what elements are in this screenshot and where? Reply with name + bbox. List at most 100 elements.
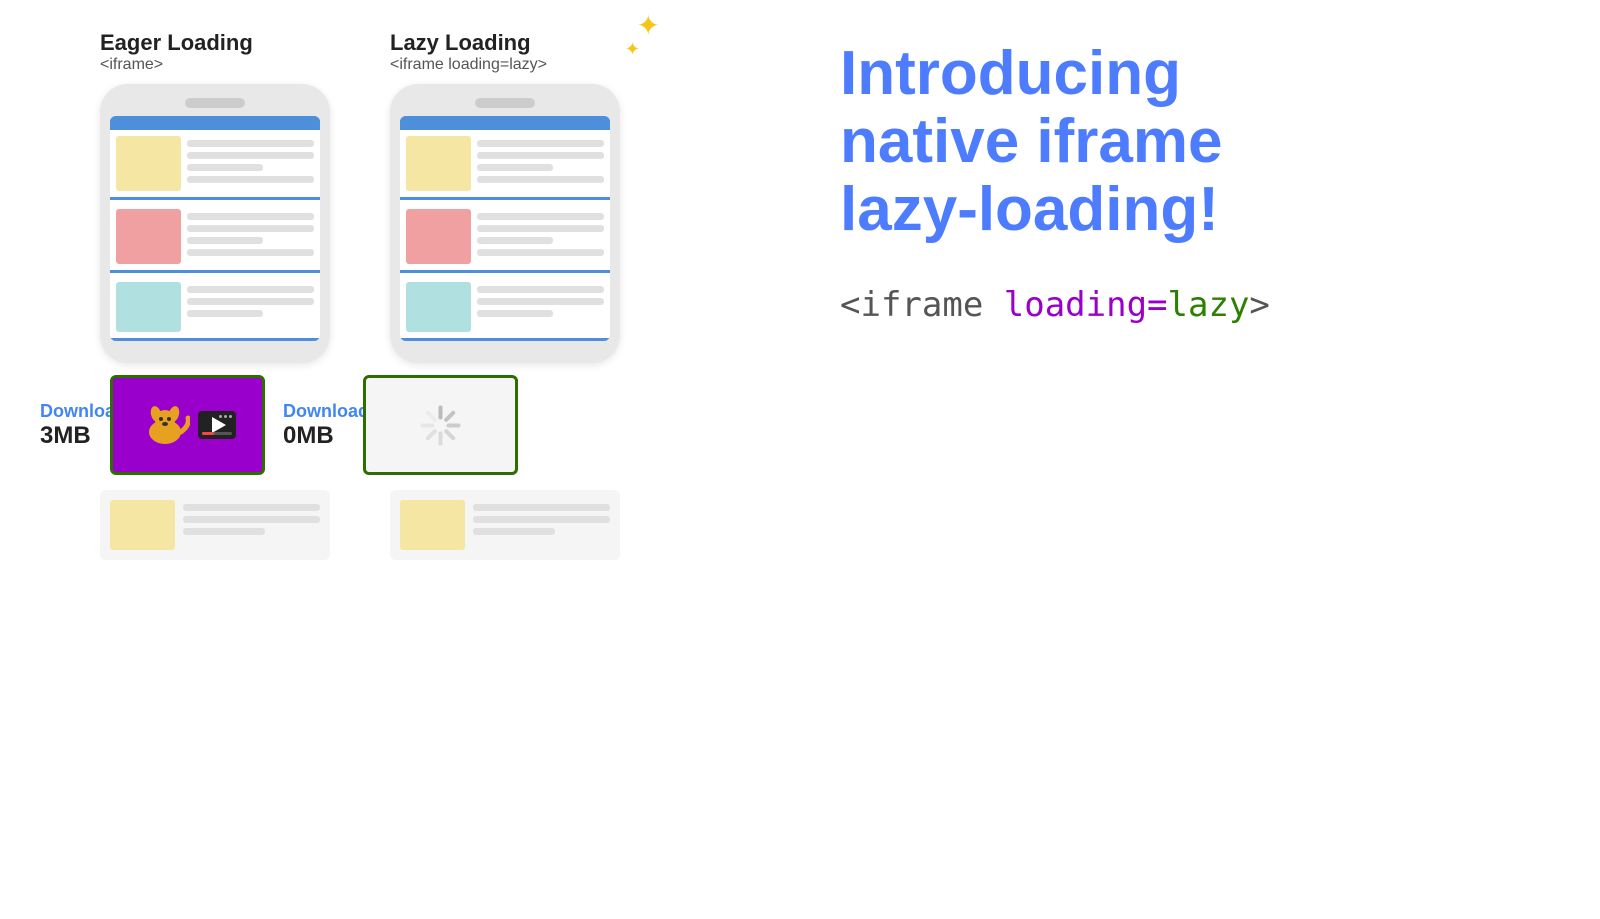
- below-lines-eager: [183, 500, 320, 535]
- below-lines-lazy: [473, 500, 610, 535]
- line: [183, 528, 265, 535]
- line: [187, 176, 314, 183]
- line: [187, 225, 314, 232]
- eager-downloads-label: Downloads: [40, 401, 100, 422]
- code-iframe-open: <iframe: [840, 285, 1004, 325]
- top-labels: Eager Loading <iframe> Lazy Loading <ifr…: [40, 30, 800, 74]
- video-icon: [198, 411, 236, 439]
- line: [473, 528, 555, 535]
- lazy-section-3: [400, 276, 610, 338]
- phones-section: Eager Loading <iframe> Lazy Loading <ifr…: [40, 30, 800, 889]
- phone-notch-eager: [185, 98, 245, 108]
- line: [187, 249, 314, 256]
- line: [477, 152, 604, 159]
- lazy-section-2: [400, 203, 610, 273]
- lazy-downloads-label: Downloads: [283, 401, 353, 422]
- lazy-phone-screen: [400, 116, 610, 341]
- eager-label-block: Eager Loading <iframe>: [100, 30, 330, 74]
- line: [477, 237, 553, 244]
- line: [187, 310, 263, 317]
- phone-bottom-eager: [110, 341, 320, 349]
- below-img-eager: [110, 500, 175, 550]
- line: [187, 286, 314, 293]
- dog-svg: [140, 400, 190, 450]
- right-section: Introducing native iframe lazy-loading! …: [800, 30, 1560, 889]
- eager-phone: [100, 84, 330, 363]
- line: [477, 213, 604, 220]
- below-fold-row: [40, 490, 800, 560]
- lazy-img-2: [406, 209, 471, 264]
- line: [183, 516, 320, 523]
- line: [187, 140, 314, 147]
- eager-title: Eager Loading: [100, 30, 330, 56]
- lazy-downloads-size: 0MB: [283, 422, 353, 450]
- lazy-img-1: [406, 136, 471, 191]
- progress-fill: [202, 432, 214, 435]
- phone-top-bar-eager: [110, 116, 320, 130]
- line: [477, 249, 604, 256]
- eager-iframe-preview: [110, 375, 265, 475]
- sparkle-icon-small: ✦: [625, 40, 640, 58]
- eager-section-2: [110, 203, 320, 273]
- eager-img-2: [116, 209, 181, 264]
- lazy-iframe-preview: [363, 375, 518, 475]
- code-lazy-value: lazy: [1168, 285, 1250, 325]
- eager-section-1: [110, 130, 320, 200]
- spinner-svg: [413, 398, 468, 453]
- headline-line3: lazy-loading!: [840, 175, 1219, 244]
- line: [473, 504, 610, 511]
- sparkle-icon: ✦: [637, 12, 660, 40]
- lazy-lines-3: [477, 282, 604, 317]
- eager-phone-screen: [110, 116, 320, 341]
- eager-img-1: [116, 136, 181, 191]
- phone-bottom-lazy: [400, 341, 610, 349]
- line: [187, 164, 263, 171]
- lazy-section-1: [400, 130, 610, 200]
- lazy-lines-2: [477, 209, 604, 256]
- eager-lines-2: [187, 209, 314, 256]
- lazy-img-3: [406, 282, 471, 332]
- eager-lines-1: [187, 136, 314, 183]
- line: [477, 298, 604, 305]
- line: [473, 516, 610, 523]
- lazy-content-area: [400, 130, 610, 338]
- line: [183, 504, 320, 511]
- line: [477, 286, 604, 293]
- lazy-below-card: [390, 490, 620, 560]
- phone-top-bar-lazy: [400, 116, 610, 130]
- phone-notch-lazy: [475, 98, 535, 108]
- progress-bar: [202, 432, 232, 435]
- menu-dots: [219, 415, 232, 418]
- eager-below-card: [100, 490, 330, 560]
- lazy-subtitle: <iframe loading=lazy>: [390, 56, 620, 74]
- eager-content-area: [110, 130, 320, 338]
- eager-downloads-size: 3MB: [40, 422, 100, 450]
- lazy-phone: [390, 84, 620, 363]
- dog-icon: [140, 400, 236, 450]
- line: [187, 152, 314, 159]
- line: [477, 140, 604, 147]
- line: [187, 237, 263, 244]
- code-loading-attr: loading=: [1004, 285, 1168, 325]
- eager-lines-3: [187, 282, 314, 317]
- lazy-label-block: Lazy Loading <iframe loading=lazy> ✦ ✦: [390, 30, 620, 74]
- code-close-bracket: >: [1249, 285, 1269, 325]
- lazy-title: Lazy Loading: [390, 30, 620, 56]
- line: [187, 213, 314, 220]
- below-img-lazy: [400, 500, 465, 550]
- eager-section-3: [110, 276, 320, 338]
- lazy-lines-1: [477, 136, 604, 183]
- headline: Introducing native iframe lazy-loading!: [840, 40, 1560, 245]
- phones-row: [40, 84, 800, 363]
- main-container: Eager Loading <iframe> Lazy Loading <ifr…: [0, 0, 1600, 919]
- line: [477, 310, 553, 317]
- line: [187, 298, 314, 305]
- play-button: [212, 417, 226, 433]
- eager-downloads-block: Downloads 3MB: [40, 401, 100, 450]
- code-snippet: <iframe loading=lazy>: [840, 285, 1560, 325]
- headline-line1: Introducing: [840, 39, 1181, 108]
- line: [477, 176, 604, 183]
- lazy-downloads-block: Downloads 0MB: [283, 401, 353, 450]
- downloads-area: Downloads 3MB: [40, 375, 800, 475]
- eager-img-3: [116, 282, 181, 332]
